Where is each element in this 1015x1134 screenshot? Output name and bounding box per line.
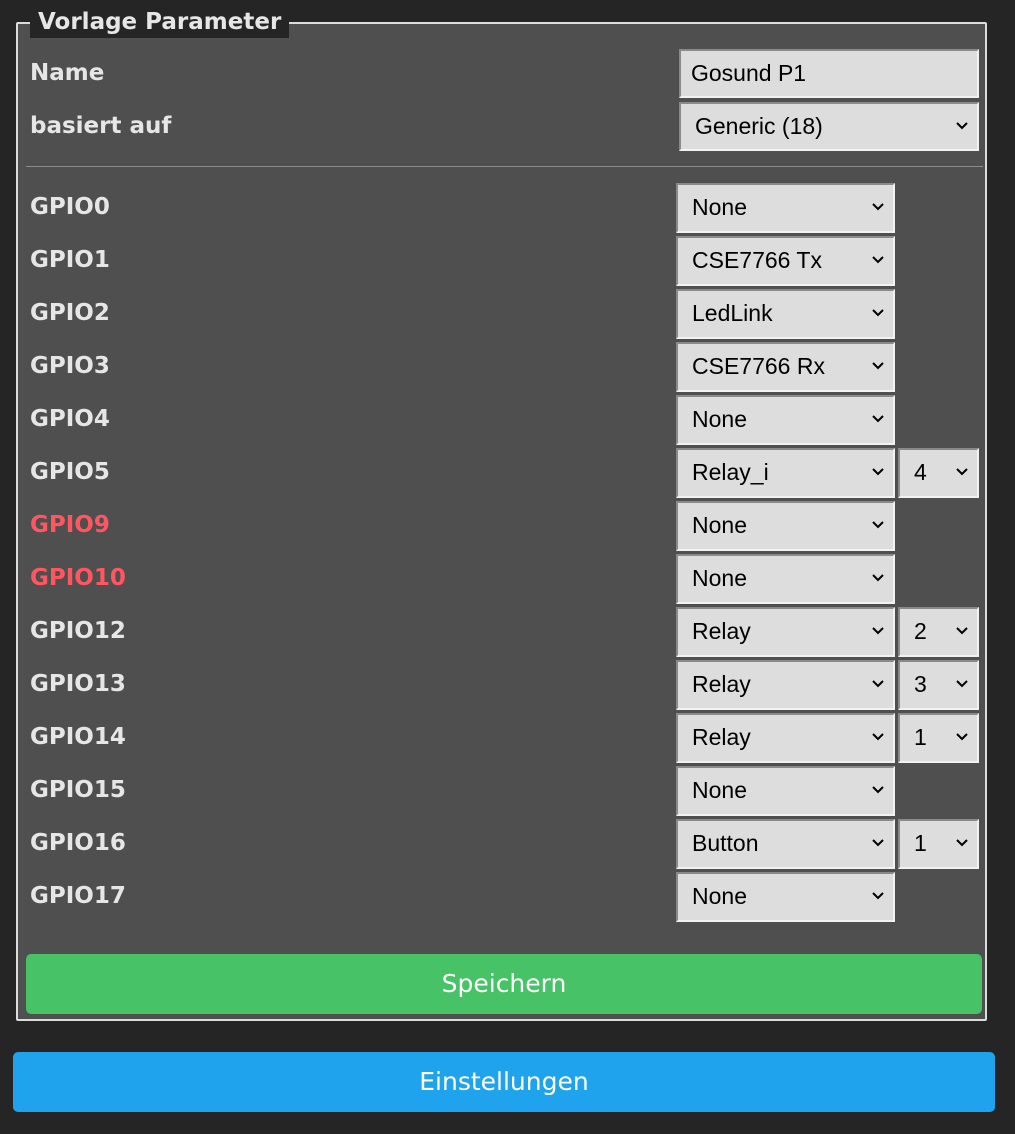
chevron-down-icon (872, 892, 884, 900)
gpio-function-value: None (692, 777, 747, 803)
gpio-function-value: None (692, 565, 747, 591)
chevron-down-icon (872, 362, 884, 370)
chevron-down-icon (872, 468, 884, 476)
divider (26, 166, 983, 167)
gpio-function-select[interactable]: None (676, 183, 895, 233)
gpio-function-select[interactable]: CSE7766 Rx (676, 342, 895, 392)
chevron-down-icon (956, 839, 968, 847)
gpio-label: GPIO16 (30, 830, 126, 856)
gpio-function-select[interactable]: None (676, 872, 895, 922)
gpio-label: GPIO10 (30, 565, 126, 591)
chevron-down-icon (872, 574, 884, 582)
gpio-function-select[interactable]: Relay (676, 713, 895, 763)
gpio-function-value: None (692, 406, 747, 432)
gpio-index-select[interactable]: 1 (898, 713, 979, 763)
gpio-function-value: Button (692, 830, 759, 856)
gpio-function-select[interactable]: Button (676, 819, 895, 869)
base-select-value: Generic (18) (695, 113, 823, 139)
gpio-label: GPIO2 (30, 300, 110, 326)
name-input-value: Gosund P1 (691, 60, 807, 86)
gpio-index-select[interactable]: 4 (898, 448, 979, 498)
chevron-down-icon (872, 839, 884, 847)
chevron-down-icon (872, 786, 884, 794)
name-input[interactable]: Gosund P1 (679, 49, 979, 98)
gpio-index-select[interactable]: 2 (898, 607, 979, 657)
gpio-function-select[interactable]: LedLink (676, 289, 895, 339)
gpio-function-value: Relay (692, 724, 751, 750)
gpio-function-select[interactable]: Relay (676, 607, 895, 657)
gpio-index-value: 4 (914, 459, 927, 485)
chevron-down-icon (956, 468, 968, 476)
gpio-label: GPIO1 (30, 247, 110, 273)
gpio-label: GPIO3 (30, 353, 110, 379)
chevron-down-icon (872, 627, 884, 635)
chevron-down-icon (956, 733, 968, 741)
gpio-label: GPIO12 (30, 618, 126, 644)
chevron-down-icon (956, 680, 968, 688)
base-label: basiert auf (30, 113, 172, 139)
gpio-label: GPIO0 (30, 194, 110, 220)
gpio-index-value: 1 (914, 724, 927, 750)
gpio-label: GPIO9 (30, 512, 110, 538)
gpio-label: GPIO17 (30, 883, 126, 909)
chevron-down-icon (956, 627, 968, 635)
gpio-index-select[interactable]: 3 (898, 660, 979, 710)
gpio-function-value: None (692, 883, 747, 909)
gpio-function-select[interactable]: Relay_i (676, 448, 895, 498)
chevron-down-icon (872, 680, 884, 688)
gpio-function-select[interactable]: None (676, 395, 895, 445)
gpio-label: GPIO15 (30, 777, 126, 803)
gpio-function-value: LedLink (692, 300, 773, 326)
chevron-down-icon (872, 733, 884, 741)
gpio-function-select[interactable]: None (676, 766, 895, 816)
gpio-function-value: Relay (692, 671, 751, 697)
gpio-label: GPIO4 (30, 406, 110, 432)
gpio-index-value: 3 (914, 671, 927, 697)
name-label: Name (30, 60, 105, 86)
chevron-down-icon (872, 309, 884, 317)
gpio-function-value: CSE7766 Tx (692, 247, 822, 273)
gpio-label: GPIO14 (30, 724, 126, 750)
chevron-down-icon (872, 521, 884, 529)
base-select[interactable]: Generic (18) (679, 102, 979, 151)
gpio-index-value: 2 (914, 618, 927, 644)
gpio-index-select[interactable]: 1 (898, 819, 979, 869)
gpio-label: GPIO13 (30, 671, 126, 697)
gpio-function-select[interactable]: Relay (676, 660, 895, 710)
gpio-function-value: CSE7766 Rx (692, 353, 825, 379)
settings-button[interactable]: Einstellungen (13, 1052, 995, 1112)
gpio-function-value: Relay (692, 618, 751, 644)
chevron-down-icon (872, 415, 884, 423)
gpio-function-value: Relay_i (692, 459, 769, 485)
save-button[interactable]: Speichern (26, 954, 982, 1014)
chevron-down-icon (872, 256, 884, 264)
gpio-index-value: 1 (914, 830, 927, 856)
gpio-function-select[interactable]: None (676, 554, 895, 604)
chevron-down-icon (956, 122, 968, 130)
fieldset-legend: Vorlage Parameter (30, 6, 290, 38)
gpio-function-value: None (692, 194, 747, 220)
gpio-function-value: None (692, 512, 747, 538)
gpio-function-select[interactable]: None (676, 501, 895, 551)
gpio-function-select[interactable]: CSE7766 Tx (676, 236, 895, 286)
chevron-down-icon (872, 203, 884, 211)
gpio-label: GPIO5 (30, 459, 110, 485)
